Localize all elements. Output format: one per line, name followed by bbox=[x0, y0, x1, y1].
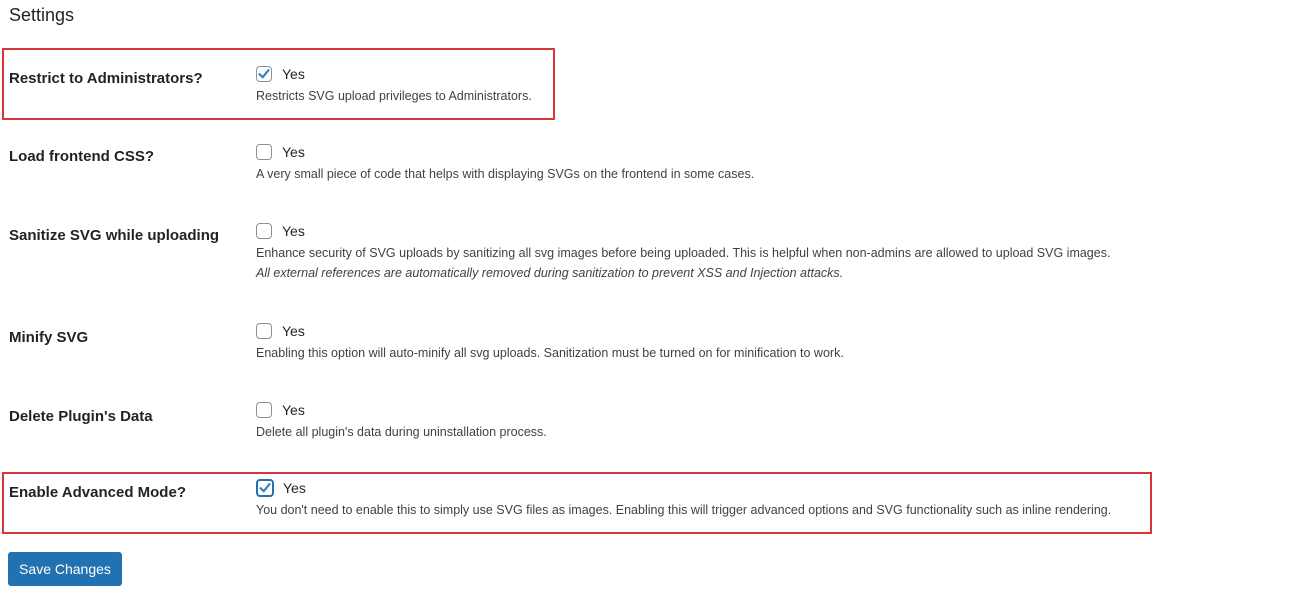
setting-label: Sanitize SVG while uploading bbox=[9, 227, 220, 244]
page-title: Settings bbox=[9, 5, 75, 25]
setting-description: Restricts SVG upload privileges to Admin… bbox=[256, 89, 532, 103]
checkbox-label[interactable]: Yes bbox=[283, 480, 306, 496]
delete-data-checkbox[interactable] bbox=[256, 402, 272, 418]
minify-svg-checkbox[interactable] bbox=[256, 323, 272, 339]
save-changes-button[interactable]: Save Changes bbox=[8, 552, 122, 586]
setting-label: Load frontend CSS? bbox=[9, 148, 154, 165]
setting-label: Delete Plugin's Data bbox=[9, 408, 153, 425]
setting-description: Enhance security of SVG uploads by sanit… bbox=[256, 246, 1111, 260]
restrict-admins-checkbox[interactable] bbox=[256, 66, 272, 82]
setting-note: All external references are automaticall… bbox=[256, 266, 844, 280]
checkbox-label[interactable]: Yes bbox=[282, 323, 305, 339]
checkmark-icon bbox=[258, 69, 270, 79]
advanced-mode-checkbox[interactable] bbox=[256, 479, 274, 497]
setting-description: A very small piece of code that helps wi… bbox=[256, 167, 755, 181]
checkbox-label[interactable]: Yes bbox=[282, 402, 305, 418]
setting-description: Enabling this option will auto-minify al… bbox=[256, 346, 844, 360]
setting-label: Restrict to Administrators? bbox=[9, 70, 203, 87]
checkbox-label[interactable]: Yes bbox=[282, 66, 305, 82]
setting-description: You don't need to enable this to simply … bbox=[256, 503, 1112, 517]
setting-label: Enable Advanced Mode? bbox=[9, 484, 186, 501]
setting-label: Minify SVG bbox=[9, 329, 89, 346]
checkmark-icon bbox=[259, 483, 271, 493]
setting-description: Delete all plugin's data during uninstal… bbox=[256, 425, 547, 439]
frontend-css-checkbox[interactable] bbox=[256, 144, 272, 160]
checkbox-label[interactable]: Yes bbox=[282, 144, 305, 160]
checkbox-label[interactable]: Yes bbox=[282, 223, 305, 239]
sanitize-svg-checkbox[interactable] bbox=[256, 223, 272, 239]
